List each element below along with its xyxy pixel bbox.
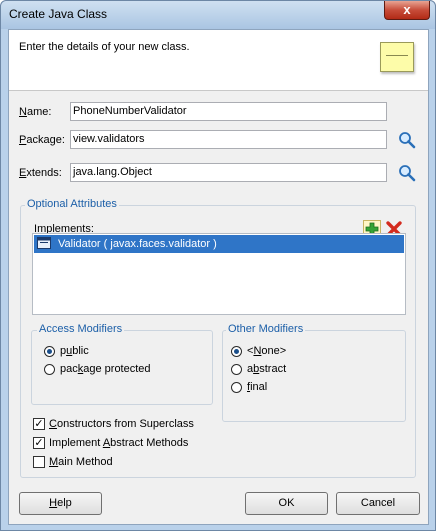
main-method-checkbox[interactable] [33,456,45,468]
java-class-icon [380,42,414,72]
dialog-header: Enter the details of your new class. [9,30,428,91]
close-button[interactable]: x [384,1,430,20]
abstract-radio[interactable] [231,364,242,375]
none-label[interactable]: <None> [247,345,286,357]
implement-abstract-label[interactable]: Implement Abstract Methods [49,437,188,449]
close-icon: x [403,2,411,17]
other-modifiers-group [222,330,406,422]
abstract-label[interactable]: abstract [247,363,286,375]
package-label: Package: [19,134,65,146]
final-radio[interactable] [231,382,242,393]
dialog-content: Enter the details of your new class. Nam… [8,29,429,525]
package-input[interactable]: view.validators [70,130,387,149]
package-search-icon[interactable] [398,131,416,149]
optional-attributes-title: Optional Attributes [25,198,119,210]
header-description: Enter the details of your new class. [19,41,190,53]
implements-list[interactable]: Validator ( javax.faces.validator ) [32,233,406,315]
cancel-button[interactable]: Cancel [336,492,420,515]
public-radio[interactable] [44,346,55,357]
title-bar[interactable]: Create Java Class x [1,1,435,29]
package-protected-label[interactable]: package protected [60,363,151,375]
constructors-label[interactable]: Constructors from Superclass [49,418,194,430]
extends-input[interactable]: java.lang.Object [70,163,387,182]
package-protected-radio[interactable] [44,364,55,375]
final-label[interactable]: final [247,381,267,393]
interface-icon [37,237,51,249]
main-method-label[interactable]: Main Method [49,456,113,468]
ok-button[interactable]: OK [245,492,328,515]
name-label: Name: [19,106,52,118]
window-title: Create Java Class [9,7,108,21]
implement-abstract-checkbox[interactable]: ✓ [33,437,45,449]
access-modifiers-title: Access Modifiers [37,323,125,335]
create-java-class-dialog: Create Java Class x Enter the details of… [0,0,436,531]
public-label[interactable]: public [60,345,89,357]
none-radio[interactable] [231,346,242,357]
other-modifiers-title: Other Modifiers [226,323,306,335]
list-item[interactable]: Validator ( javax.faces.validator ) [34,235,404,253]
extends-label: Extends: [19,167,62,179]
extends-search-icon[interactable] [398,164,416,182]
help-button[interactable]: Help [19,492,102,515]
constructors-checkbox[interactable]: ✓ [33,418,45,430]
list-item-label: Validator ( javax.faces.validator ) [58,238,217,250]
name-input[interactable]: PhoneNumberValidator [70,102,387,121]
